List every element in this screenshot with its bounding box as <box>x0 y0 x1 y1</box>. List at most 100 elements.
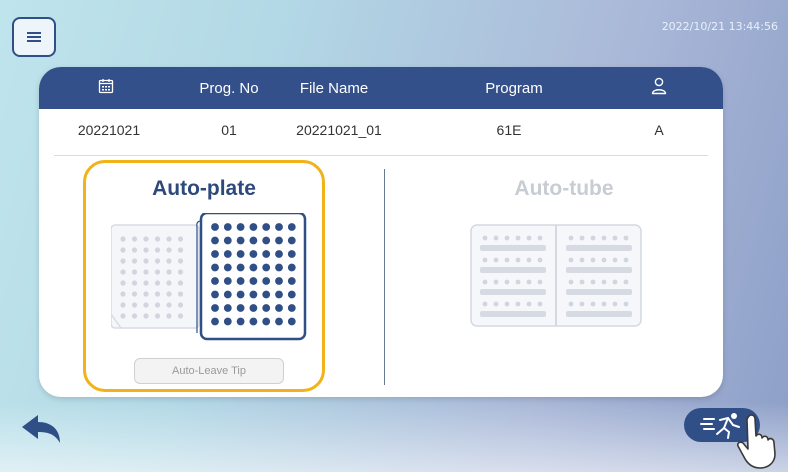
well-dot <box>262 250 271 258</box>
tube-dot <box>537 301 543 307</box>
tube-dot <box>568 301 574 307</box>
well-dot <box>131 280 138 286</box>
well-dot <box>154 247 161 253</box>
tube-rack-bar <box>566 267 632 273</box>
well-dot <box>143 280 149 286</box>
tube-dot <box>623 257 629 263</box>
tube-dot <box>568 235 574 241</box>
tube-dot <box>504 301 510 307</box>
tube-rack-icon[interactable] <box>470 224 642 327</box>
well-dot <box>262 223 271 231</box>
well-dot <box>287 277 296 285</box>
tube-dot <box>612 257 618 263</box>
well-dot <box>120 269 126 275</box>
well-dot <box>143 313 149 319</box>
screen: 2022/10/21 13:44:56 Prog. No File Name P… <box>0 0 788 472</box>
well-dot <box>177 236 184 242</box>
well-dot <box>143 247 149 253</box>
plate-icon <box>111 213 307 341</box>
well-dot <box>177 258 184 264</box>
tube-dot <box>537 279 543 285</box>
tube-dot <box>623 279 629 285</box>
well-dot <box>154 258 161 264</box>
well-dot <box>287 223 296 231</box>
auto-tube-label[interactable]: Auto-tube <box>439 177 689 201</box>
well-dot <box>236 304 245 312</box>
well-dot <box>275 317 283 326</box>
well-dot <box>143 302 149 308</box>
well-dot <box>154 280 161 286</box>
well-dot <box>177 313 184 319</box>
tube-dot <box>526 301 532 307</box>
well-dot <box>177 280 184 286</box>
tube-dot <box>526 257 532 263</box>
tube-dot <box>482 235 488 241</box>
tube-rack-bar <box>480 311 546 317</box>
tube-dot <box>526 279 532 285</box>
well-dot <box>166 269 172 275</box>
well-dot <box>131 302 138 308</box>
well-dot <box>211 277 219 285</box>
table-header: Prog. No File Name Program <box>39 67 723 109</box>
well-dot <box>275 277 283 285</box>
tube-dot <box>601 301 607 307</box>
well-dot <box>249 317 258 326</box>
well-dot <box>287 250 296 258</box>
cell-user: A <box>654 122 664 138</box>
cell-date: 20221021 <box>77 122 141 138</box>
well-dot <box>249 223 258 231</box>
tube-dot <box>568 257 574 263</box>
auto-leave-tip-button[interactable]: Auto-Leave Tip <box>134 358 284 384</box>
back-arrow-icon[interactable] <box>20 412 62 446</box>
well-dot <box>166 247 172 253</box>
well-dot <box>154 302 161 308</box>
tube-dot <box>493 257 499 263</box>
tube-dot <box>612 301 618 307</box>
well-dot <box>249 250 258 258</box>
well-dot <box>143 269 149 275</box>
tube-dot <box>601 257 607 263</box>
well-dot <box>236 223 245 231</box>
tube-dot <box>504 235 510 241</box>
well-dot <box>166 302 172 308</box>
cell-program: 61E <box>496 122 522 138</box>
well-dot <box>166 236 172 242</box>
tube-dot <box>579 235 585 241</box>
well-dot <box>275 236 283 245</box>
well-dot <box>236 250 245 258</box>
datetime: 2022/10/21 13:44:56 <box>661 20 778 33</box>
tube-dot <box>623 235 629 241</box>
well-dot <box>166 258 172 264</box>
well-dot <box>143 291 149 297</box>
well-dot <box>236 263 245 272</box>
row-separator <box>54 155 708 156</box>
well-dot <box>223 263 232 272</box>
well-dot <box>120 313 126 319</box>
tube-dot <box>590 235 596 241</box>
well-dot <box>223 317 232 326</box>
well-dot <box>249 236 258 245</box>
menu-button[interactable] <box>12 17 56 57</box>
user-icon <box>639 77 679 99</box>
tube-rack-bar <box>566 289 632 295</box>
well-dot <box>287 263 296 272</box>
well-dot <box>223 304 232 312</box>
well-dot <box>223 223 232 231</box>
well-dot <box>154 291 161 297</box>
cell-file-name: 20221021_01 <box>296 122 382 138</box>
tube-rack-bar <box>566 245 632 251</box>
well-dot <box>262 304 271 312</box>
well-dot <box>211 290 219 299</box>
tube-dot <box>493 301 499 307</box>
tube-dot <box>623 301 629 307</box>
tube-dot <box>493 279 499 285</box>
tube-rack-bar <box>480 289 546 295</box>
well-dot <box>154 269 161 275</box>
table-row[interactable]: 20221021 01 20221021_01 61E A <box>39 109 723 151</box>
well-dot <box>211 304 219 312</box>
well-dot <box>287 317 296 326</box>
tube-dot <box>590 279 596 285</box>
well-dot <box>223 236 232 245</box>
well-dot <box>177 302 184 308</box>
col-file-name: File Name <box>299 79 369 97</box>
